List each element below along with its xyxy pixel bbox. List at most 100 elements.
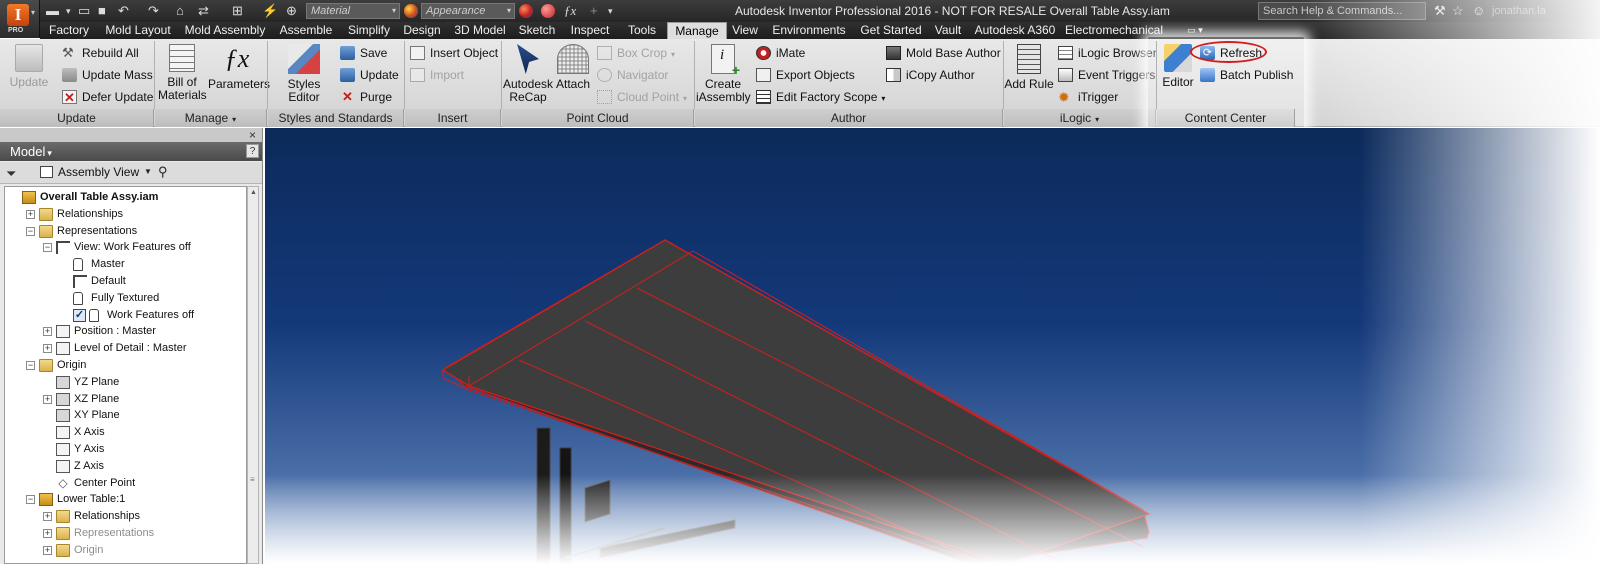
tree-node[interactable]: + Origin [5,542,245,559]
styles-editor-button[interactable]: Styles Editor [272,44,336,104]
expand-icon[interactable]: + [43,512,52,522]
filter-icon[interactable]: ⏷ [6,166,16,182]
tree-node[interactable]: − Representations [5,223,245,240]
mold-base-author-button[interactable]: Mold Base Author [886,44,1001,62]
tree-node[interactable]: Fully Textured [5,290,245,307]
select-icon[interactable]: ⊞ [232,3,243,19]
panel-label-ilogic[interactable]: iLogic ▾ [1004,109,1156,127]
expand-icon[interactable]: + [43,344,52,354]
home-icon[interactable]: ⌂ [176,3,184,19]
insert-object-button[interactable]: Insert Object [410,44,498,62]
expand-icon[interactable]: + [43,545,52,555]
bill-of-materials-button[interactable]: Bill of Materials [158,44,207,102]
tree-node[interactable]: Y Axis [5,441,245,458]
tab-electromechanical[interactable]: Electromechanical [1062,22,1166,39]
imate-button[interactable]: iMate [756,44,805,62]
project-icon[interactable]: ⊕ [286,3,297,19]
search-help-input[interactable]: Search Help & Commands... [1258,2,1426,20]
tab-tools[interactable]: Tools [620,22,664,39]
tree-scrollbar[interactable]: ▲ ≡ [247,186,259,564]
purge-button[interactable]: ✕ Purge [340,88,392,106]
tree-node[interactable]: YZ Plane [5,374,245,391]
application-menu-button[interactable]: I PRO ▾ [0,0,40,38]
tree-node[interactable]: + Relationships [5,206,245,223]
favorites-star-icon[interactable]: ☆ [1452,3,1464,19]
browser-help-icon[interactable]: ? [246,144,259,158]
tab-3d-model[interactable]: 3D Model [450,22,510,39]
appearance-combo[interactable]: Appearance ▾ [421,3,515,19]
undo-icon[interactable]: ↶ [118,3,129,19]
browser-close-icon[interactable]: × [249,128,256,142]
tree-node[interactable]: X Axis [5,424,245,441]
new-dropdown-icon[interactable]: ▾ [66,3,71,19]
tab-autodesk-a360[interactable]: Autodesk A360 [972,22,1058,39]
edit-factory-scope-button[interactable]: Edit Factory Scope ▾ [756,88,885,106]
tree-node[interactable]: + Level of Detail : Master [5,340,245,357]
adjust-appearance-icon[interactable] [519,4,533,18]
tree-node[interactable]: ✓ Work Features off [5,307,245,324]
tree-node[interactable]: Default [5,273,245,290]
open-icon[interactable]: ▭ [78,3,90,19]
redo-icon[interactable]: ↷ [148,3,159,19]
export-objects-button[interactable]: Export Objects [756,66,855,84]
tree-node[interactable]: Overall Table Assy.iam [5,189,245,206]
assembly-view-combo[interactable]: Assembly View [40,165,139,179]
attach-button[interactable]: Attach [554,44,592,91]
new-file-icon[interactable]: ▬ [46,3,59,19]
tab-assemble[interactable]: Assemble [272,22,340,39]
browser-header[interactable]: Model ▾ ? [0,142,262,161]
expand-icon[interactable]: + [26,209,35,219]
tree-node[interactable]: − Origin [5,357,245,374]
graphics-viewport[interactable] [265,128,1600,564]
tab-design[interactable]: Design [400,22,444,39]
box-crop-button[interactable]: Box Crop ▾ [597,44,675,62]
styles-save-button[interactable]: Save [340,44,387,62]
clear-appearance-icon[interactable] [541,4,555,18]
tab-factory[interactable]: Factory [42,22,96,39]
ribbon-options-icon[interactable]: ▭ ▾ [1180,22,1210,39]
scroll-up-icon[interactable]: ▲ [250,189,257,196]
tab-sketch[interactable]: Sketch [514,22,560,39]
defer-update-button[interactable]: ✕ Defer Update [62,88,153,106]
communication-center-icon[interactable]: ⚒ [1434,3,1446,19]
ilogic-browser-button[interactable]: iLogic Browser [1058,44,1157,62]
cloud-point-button[interactable]: Cloud Point ▾ [597,88,687,106]
tab-vault[interactable]: Vault [928,22,968,39]
tree-node[interactable]: − View: Work Features off [5,239,245,256]
add-rule-button[interactable]: Add Rule [1004,44,1054,91]
tree-node[interactable]: + Representations [5,525,245,542]
create-iassembly-button[interactable]: i + Create iAssembly [696,44,751,104]
tree-node[interactable]: + Position : Master [5,323,245,340]
update-button[interactable]: Update [8,44,50,89]
collapse-icon[interactable]: − [26,226,35,236]
return-icon[interactable]: ⇄ [198,3,209,19]
styles-update-button[interactable]: Update [340,66,399,84]
collapse-icon[interactable]: − [43,243,52,253]
tab-mold-layout[interactable]: Mold Layout [98,22,178,39]
update-qat-icon[interactable]: ⚡ [262,3,278,19]
browser-drag-strip[interactable] [0,128,262,142]
tree-node[interactable]: ◇ Center Point [5,475,245,492]
expand-icon[interactable]: + [43,529,52,538]
tab-get-started[interactable]: Get Started [856,22,926,39]
qat-customize-icon[interactable]: ▾ [608,3,613,19]
tree-node[interactable]: XY Plane [5,407,245,424]
tab-inspect[interactable]: Inspect [566,22,614,39]
tab-environments[interactable]: Environments [766,22,852,39]
tab-view[interactable]: View [730,22,760,39]
fx-icon[interactable]: ƒx [564,3,576,19]
tree-node[interactable]: Master [5,256,245,273]
find-binoculars-icon[interactable]: ⚲ [158,164,168,180]
scroll-grip-icon[interactable]: ≡ [250,475,255,484]
itrigger-button[interactable]: ✹ iTrigger [1058,88,1118,106]
save-icon[interactable]: ■ [98,3,106,19]
navigator-button[interactable]: Navigator [597,66,668,84]
tab-mold-assembly[interactable]: Mold Assembly [180,22,270,39]
tab-simplify[interactable]: Simplify [342,22,396,39]
material-combo[interactable]: Material ▾ [306,3,400,19]
update-mass-button[interactable]: Update Mass [62,66,153,84]
icopy-author-button[interactable]: iCopy Author [886,66,975,84]
import-button[interactable]: Import [410,66,464,84]
batch-publish-button[interactable]: Batch Publish [1200,66,1293,84]
rebuild-all-button[interactable]: ⚒ Rebuild All [62,44,139,62]
